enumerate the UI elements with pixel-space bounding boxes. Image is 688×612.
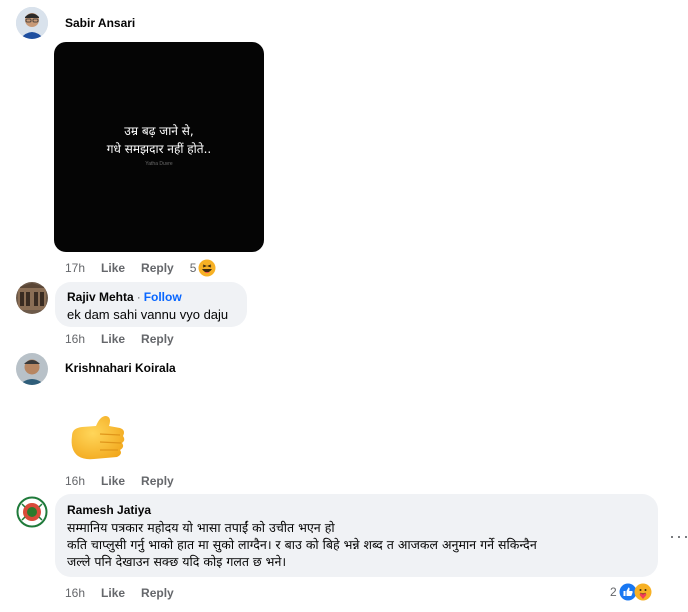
comment-text: ek dam sahi vannu vyo daju [67, 307, 229, 322]
reply-button[interactable]: Reply [141, 586, 174, 600]
avatar-sabir[interactable] [16, 7, 48, 39]
follow-button[interactable]: Follow [144, 290, 182, 304]
comment-text-line: कति चाप्लुसी गर्नु भाको हात मा सुको लाग्… [67, 537, 537, 552]
comment-time[interactable]: 17h [65, 261, 85, 275]
avatar-sabir-image [16, 7, 48, 39]
thumbs-up-sticker[interactable] [66, 412, 126, 468]
reply-button[interactable]: Reply [141, 332, 174, 346]
reaction-summary[interactable]: 2 [610, 583, 652, 601]
like-button[interactable]: Like [101, 332, 125, 346]
reply-button[interactable]: Reply [141, 261, 174, 275]
comment-actions: 16h Like Reply [65, 332, 190, 346]
reply-button[interactable]: Reply [141, 474, 174, 488]
image-text-line: उम्र बढ़ जाने से, [124, 124, 194, 138]
comment-author[interactable]: Rajiv Mehta [67, 290, 134, 304]
avatar-rajiv-image [16, 282, 48, 314]
thumbs-up-icon [71, 416, 125, 460]
comment-bubble: Ramesh Jatiya सम्मानिय पत्रकार महोदय यो … [55, 494, 658, 577]
comment-image[interactable]: उम्र बढ़ जाने से, गधे समझदार नहीं होते..… [54, 42, 264, 252]
comment-time[interactable]: 16h [65, 474, 85, 488]
comment-author[interactable]: Krishnahari Koirala [65, 361, 176, 375]
avatar-krishnahari-image [16, 353, 48, 385]
avatar-krishnahari[interactable] [16, 353, 48, 385]
comment-text-line: जल्ले पनि देखाउन सक्छ यदि कोइ गलत छ भने। [67, 554, 287, 569]
comment-time[interactable]: 16h [65, 332, 85, 346]
comment-text-line: सम्मानिय पत्रकार महोदय यो भासा तपाईं को … [67, 520, 335, 535]
comment-actions: 17h Like Reply 5 [65, 259, 216, 277]
care-reaction-icon [634, 583, 652, 601]
comment-header: Rajiv Mehta · Follow [67, 290, 235, 304]
separator-dot: · [136, 290, 141, 304]
reaction-count: 2 [610, 585, 617, 599]
avatar-ramesh-image [16, 496, 48, 528]
like-button[interactable]: Like [101, 261, 125, 275]
like-button[interactable]: Like [101, 474, 125, 488]
comment-author[interactable]: Ramesh Jatiya [67, 503, 646, 517]
reaction-summary[interactable]: 5 [190, 259, 217, 277]
image-credit: Yatha Duvre [145, 161, 173, 167]
like-button[interactable]: Like [101, 586, 125, 600]
comment-author[interactable]: Sabir Ansari [65, 16, 135, 30]
reaction-count: 5 [189, 261, 197, 275]
comment-bubble: Rajiv Mehta · Follow ek dam sahi vannu v… [55, 282, 247, 327]
avatar-ramesh[interactable] [16, 496, 48, 528]
avatar-rajiv[interactable] [16, 282, 48, 314]
comment-time[interactable]: 16h [65, 586, 85, 600]
comment-actions: 16h Like Reply [65, 586, 190, 600]
haha-reaction-icon [198, 259, 216, 277]
comment-actions: 16h Like Reply [65, 474, 190, 488]
more-options-button[interactable]: ··· [669, 526, 688, 547]
image-text-line: गधे समझदार नहीं होते.. [106, 142, 212, 156]
